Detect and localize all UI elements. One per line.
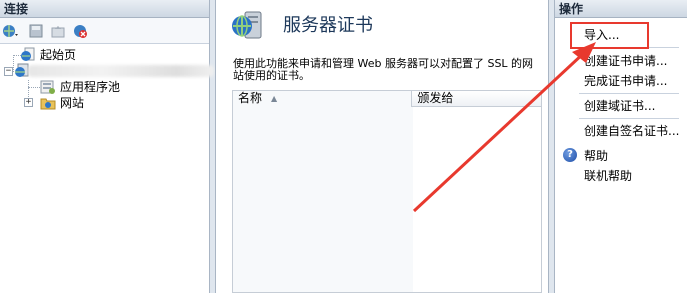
server-certificate-icon (232, 11, 262, 39)
expand-toggle[interactable]: + (24, 98, 33, 107)
actions-pane: 操作 导入... 创建证书申请... 完成证书申请... 创建域证书... 创建… (554, 0, 687, 293)
content-pane: 服务器证书 使用此功能来申请和管理 Web 服务器可以对配置了 SSL 的网站使… (215, 0, 549, 293)
server-name-redacted (28, 65, 214, 77)
action-create-self-signed-certificate[interactable]: 创建自签名证书... (584, 123, 679, 139)
up-folder-icon[interactable] (50, 23, 66, 39)
connections-pane: 连接 起始页 − 应用程序池 + 网站 (0, 0, 214, 293)
list-body-issued-column[interactable] (413, 107, 541, 292)
connections-header: 连接 (0, 0, 209, 18)
connections-toolbar (0, 18, 209, 44)
help-icon[interactable]: ? (563, 148, 577, 162)
tree-connector (28, 87, 40, 88)
actions-header: 操作 (555, 0, 687, 18)
action-help[interactable]: 帮助 (584, 148, 608, 164)
list-body-name-column[interactable] (233, 107, 413, 292)
import-highlight-box (570, 22, 649, 49)
action-complete-certificate-request[interactable]: 完成证书申请... (584, 73, 667, 89)
list-header: 名称 ▲ 颁发给 (233, 91, 541, 107)
tree-label-sites: 网站 (60, 96, 85, 110)
certificate-list[interactable]: 名称 ▲ 颁发给 (232, 90, 542, 293)
action-create-domain-certificate[interactable]: 创建域证书... (584, 98, 655, 114)
sort-ascending-icon: ▲ (271, 94, 278, 103)
column-header-name[interactable]: 名称 ▲ (233, 91, 413, 107)
collapse-toggle[interactable]: − (4, 67, 13, 76)
divider (579, 93, 679, 94)
divider (579, 118, 679, 119)
action-online-help[interactable]: 联机帮助 (584, 168, 632, 184)
app-pool-icon (40, 80, 55, 94)
disconnect-icon[interactable] (72, 23, 88, 39)
column-header-issued-to[interactable]: 颁发给 (412, 91, 541, 107)
column-label-name: 名称 (238, 91, 263, 105)
sites-folder-icon (40, 98, 56, 110)
column-label-issued-to: 颁发给 (417, 91, 454, 105)
tree-label-app-pools: 应用程序池 (60, 80, 121, 94)
page-description: 使用此功能来申请和管理 Web 服务器可以对配置了 SSL 的网站使用的证书。 (233, 57, 534, 82)
action-create-certificate-request[interactable]: 创建证书申请... (584, 53, 667, 69)
connect-globe-icon[interactable] (2, 23, 18, 39)
save-icon[interactable] (28, 23, 44, 39)
start-page-icon (21, 47, 35, 61)
page-title: 服务器证书 (283, 15, 373, 36)
tree-label-start-page: 起始页 (40, 48, 77, 62)
